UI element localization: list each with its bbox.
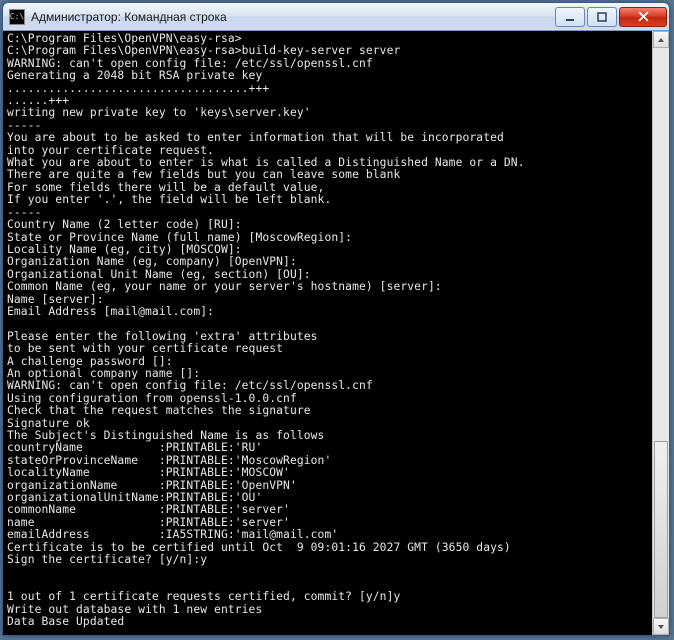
scroll-thumb[interactable] (654, 441, 668, 618)
console-output[interactable]: C:\Program Files\OpenVPN\easy-rsa> C:\Pr… (3, 31, 652, 635)
maximize-button[interactable] (587, 7, 617, 27)
scroll-up-button[interactable] (653, 31, 669, 48)
app-icon: C:\ (9, 9, 25, 25)
minimize-button[interactable] (555, 7, 585, 27)
scroll-track[interactable] (653, 48, 669, 618)
close-button[interactable] (619, 7, 667, 27)
vertical-scrollbar[interactable] (652, 31, 669, 635)
scroll-down-button[interactable] (653, 618, 669, 635)
titlebar[interactable]: C:\ Администратор: Командная строка (3, 3, 669, 31)
terminal-window: C:\ Администратор: Командная строка C:\P… (2, 2, 670, 636)
window-controls (553, 7, 667, 27)
console-area: C:\Program Files\OpenVPN\easy-rsa> C:\Pr… (3, 31, 669, 635)
window-title: Администратор: Командная строка (31, 10, 553, 24)
